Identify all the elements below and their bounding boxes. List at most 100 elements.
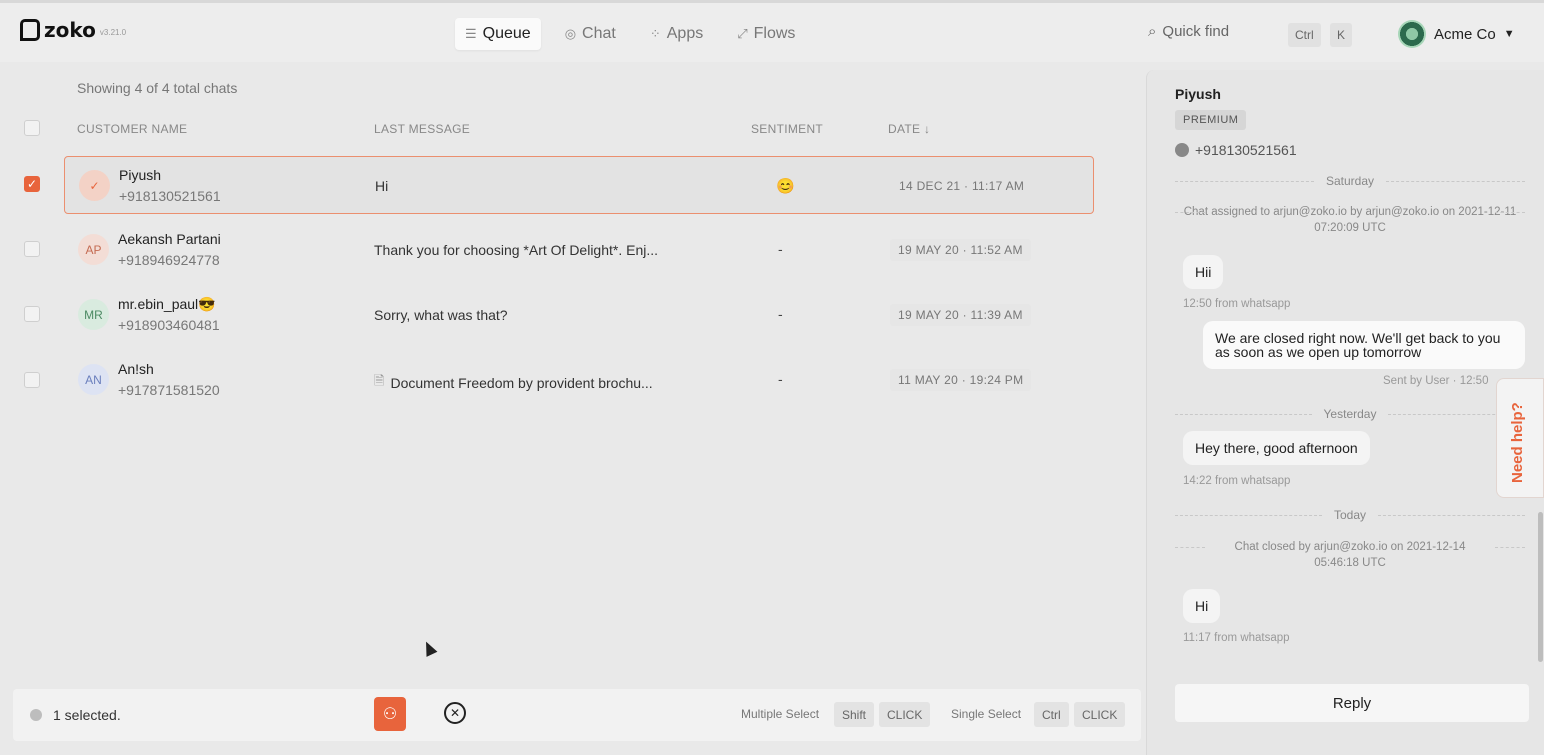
last-message-text: Document Freedom by provident brochu... <box>390 375 653 391</box>
close-chat-icon: ✕ <box>449 706 461 720</box>
selection-action-bar: 1 selected. ⚇ ✕ Multiple Select Shift CL… <box>13 689 1141 741</box>
customer-phone: +918946924778 <box>118 252 220 268</box>
sentiment-value: - <box>778 306 783 322</box>
avatar: AN <box>78 364 109 395</box>
header-customer-name[interactable]: CUSTOMER NAME <box>77 122 187 136</box>
customer-name: An!sh <box>118 361 154 377</box>
account-switcher[interactable]: Acme Co ▼ <box>1398 20 1515 48</box>
need-help-button[interactable]: Need help? <box>1496 378 1544 498</box>
chat-icon: ◎ <box>564 26 577 41</box>
nav-apps[interactable]: ⁘ Apps <box>640 18 713 50</box>
single-select-label: Single Select <box>951 707 1022 721</box>
contact-phone: +918130521561 <box>1175 142 1297 158</box>
assign-user-icon: ⚇ <box>382 706 398 723</box>
assign-user-button[interactable]: ⚇ <box>374 697 406 731</box>
main-nav: ☰ Queue ◎ Chat ⁘ Apps ⤢ Flows <box>455 18 805 50</box>
message-meta: 14:22 from whatsapp <box>1183 475 1291 487</box>
deselect-icon[interactable] <box>30 709 42 721</box>
incoming-message: Hii <box>1183 255 1224 289</box>
nav-queue[interactable]: ☰ Queue <box>455 18 541 50</box>
nav-flows-label: Flows <box>753 25 796 42</box>
sentiment-value: - <box>778 241 783 257</box>
premium-badge: PREMIUM <box>1175 110 1247 130</box>
last-message-text: Hi <box>375 178 389 194</box>
chat-row[interactable]: MR mr.ebin_paul😎 +918903460481 Sorry, wh… <box>64 286 1094 344</box>
date-separator: Today <box>1175 508 1525 522</box>
chat-row[interactable]: ✓ Piyush +918130521561 Hi 😊 14 DEC 21 · … <box>64 156 1094 214</box>
nav-chat[interactable]: ◎ Chat <box>555 18 626 50</box>
message-meta: Sent by User · 12:50 <box>1383 375 1489 387</box>
zoko-logo[interactable]: zoko v3.21.0 <box>20 19 126 41</box>
chevron-down-icon: ▼ <box>1503 28 1515 40</box>
click-key: CLICK <box>1074 702 1126 727</box>
incoming-message: Hey there, good afternoon <box>1183 431 1370 465</box>
last-message-text: Thank you for choosing *Art Of Delight*.… <box>374 242 659 258</box>
chat-row[interactable]: AN An!sh +917871581520 🗎 Document Freedo… <box>64 351 1094 409</box>
panel-scrollbar[interactable] <box>1538 512 1543 662</box>
nav-queue-label: Queue <box>482 25 531 42</box>
ctrl-key: Ctrl <box>1034 702 1069 727</box>
nav-chat-label: Chat <box>582 25 616 42</box>
reply-button[interactable]: Reply <box>1175 684 1529 722</box>
sentiment-happy-icon: 😊 <box>776 178 795 195</box>
last-message: Thank you for choosing *Art Of Delight*.… <box>374 242 658 258</box>
chat-date: 11 MAY 20 · 19:24 PM <box>890 369 1032 391</box>
logo-text: zoko <box>44 18 96 42</box>
incoming-message: Hi <box>1183 589 1221 623</box>
nav-flows[interactable]: ⤢ Flows <box>727 18 805 50</box>
last-message: Hi <box>375 178 388 194</box>
contact-name: Piyush <box>1175 86 1221 102</box>
logo-icon <box>20 19 40 41</box>
row-checkbox[interactable] <box>24 306 40 322</box>
flows-icon: ⤢ <box>737 26 748 41</box>
quick-find-button[interactable]: ⌕ Quick find <box>1148 23 1229 40</box>
customer-name: mr.ebin_paul😎 <box>118 296 216 312</box>
last-message: 🗎 Document Freedom by provident brochu..… <box>374 372 653 394</box>
row-checkbox[interactable] <box>24 372 40 388</box>
header-sentiment: SENTIMENT <box>751 122 824 136</box>
customer-name: Piyush <box>119 167 162 183</box>
select-all-checkbox[interactable] <box>24 120 40 136</box>
system-message-assigned: Chat assigned to arjun@zoko.io by arjun@… <box>1175 204 1525 236</box>
shift-key: Shift <box>834 702 875 727</box>
click-key: CLICK <box>879 702 931 727</box>
chat-date: 14 DEC 21 · 11:17 AM <box>899 179 1025 193</box>
customer-phone: +918130521561 <box>119 188 221 204</box>
customer-phone: +918903460481 <box>118 317 220 333</box>
header-date-sort[interactable]: DATE ↓ <box>888 122 930 136</box>
app-version: v3.21.0 <box>99 28 127 37</box>
contact-phone-number: +918130521561 <box>1195 142 1297 158</box>
account-name: Acme Co <box>1434 25 1496 43</box>
apps-icon: ⁘ <box>649 26 661 41</box>
customer-phone: +917871581520 <box>118 382 220 398</box>
need-help-label: Need help? <box>1509 402 1526 483</box>
message-meta: 11:17 from whatsapp <box>1183 632 1290 644</box>
chat-date: 19 MAY 20 · 11:52 AM <box>890 239 1031 261</box>
date-separator-label: Saturday <box>1325 174 1375 188</box>
top-navigation-bar: zoko v3.21.0 ☰ Queue ◎ Chat ⁘ Apps ⤢ Flo… <box>0 0 1544 62</box>
chat-row[interactable]: AP Aekansh Partani +918946924778 Thank y… <box>64 221 1094 279</box>
selected-count: 1 selected. <box>53 707 121 723</box>
date-separator: Saturday <box>1175 174 1525 188</box>
multiple-select-label: Multiple Select <box>741 707 820 721</box>
date-separator: Yesterday <box>1175 407 1525 421</box>
row-checkbox[interactable] <box>24 241 40 257</box>
message-meta: 12:50 from whatsapp <box>1183 298 1291 310</box>
header-last-message: LAST MESSAGE <box>374 122 471 136</box>
conversation-panel: Piyush PREMIUM +918130521561 Saturday Ch… <box>1146 70 1544 755</box>
quick-find-label: Quick find <box>1162 23 1230 40</box>
row-checkbox[interactable]: ✓ <box>24 176 40 192</box>
shortcut-k-key: K <box>1330 23 1353 47</box>
mouse-cursor-icon <box>420 639 438 657</box>
chat-date: 19 MAY 20 · 11:39 AM <box>890 304 1031 326</box>
search-icon: ⌕ <box>1148 23 1157 40</box>
queue-icon: ☰ <box>465 26 477 41</box>
shortcut-ctrl-key: Ctrl <box>1288 23 1321 47</box>
last-message-text: Sorry, what was that? <box>374 307 508 323</box>
system-message-closed: Chat closed by arjun@zoko.io on 2021-12-… <box>1175 539 1525 571</box>
customer-name: Aekansh Partani <box>118 231 221 247</box>
close-chat-button[interactable]: ✕ <box>444 702 466 724</box>
sentiment-value: - <box>778 371 783 387</box>
date-separator-label: Today <box>1333 508 1367 522</box>
avatar: AP <box>78 234 109 265</box>
